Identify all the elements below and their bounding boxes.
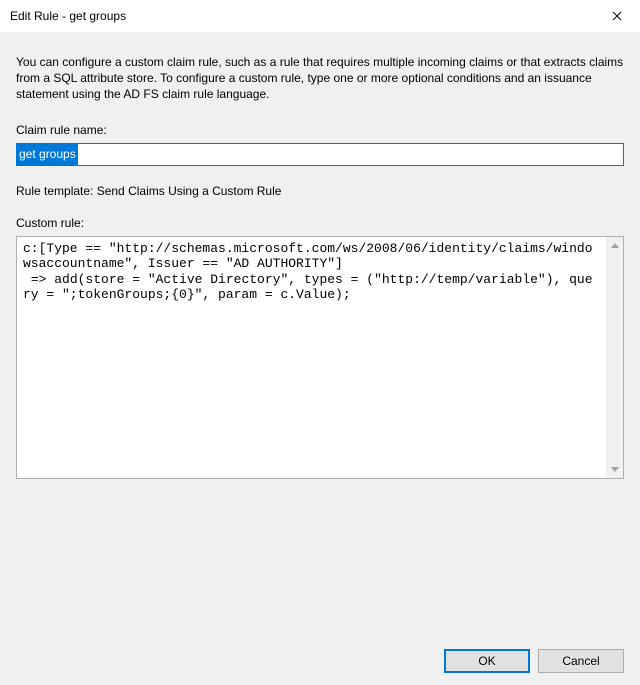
dialog-button-row: OK Cancel bbox=[444, 649, 624, 673]
description-text: You can configure a custom claim rule, s… bbox=[16, 54, 624, 103]
custom-rule-label: Custom rule: bbox=[16, 216, 624, 230]
cancel-button[interactable]: Cancel bbox=[538, 649, 624, 673]
claim-rule-name-value: get groups bbox=[17, 144, 78, 165]
claim-rule-name-label: Claim rule name: bbox=[16, 123, 624, 137]
dialog-content: You can configure a custom claim rule, s… bbox=[0, 32, 640, 495]
ok-button[interactable]: OK bbox=[444, 649, 530, 673]
claim-rule-name-field-wrap: get groups bbox=[16, 143, 624, 166]
claim-rule-name-input[interactable]: get groups bbox=[16, 143, 624, 166]
titlebar: Edit Rule - get groups bbox=[0, 0, 640, 32]
rule-template-text: Rule template: Send Claims Using a Custo… bbox=[16, 184, 624, 198]
custom-rule-field-wrap bbox=[16, 236, 624, 479]
custom-rule-textarea[interactable] bbox=[17, 237, 606, 478]
chevron-up-icon bbox=[611, 243, 619, 248]
close-icon bbox=[612, 11, 622, 21]
scrollbar[interactable] bbox=[606, 237, 623, 478]
scroll-up-arrow[interactable] bbox=[606, 237, 623, 254]
window-title: Edit Rule - get groups bbox=[10, 9, 126, 23]
close-button[interactable] bbox=[594, 0, 640, 32]
chevron-down-icon bbox=[611, 467, 619, 472]
scroll-down-arrow[interactable] bbox=[606, 461, 623, 478]
